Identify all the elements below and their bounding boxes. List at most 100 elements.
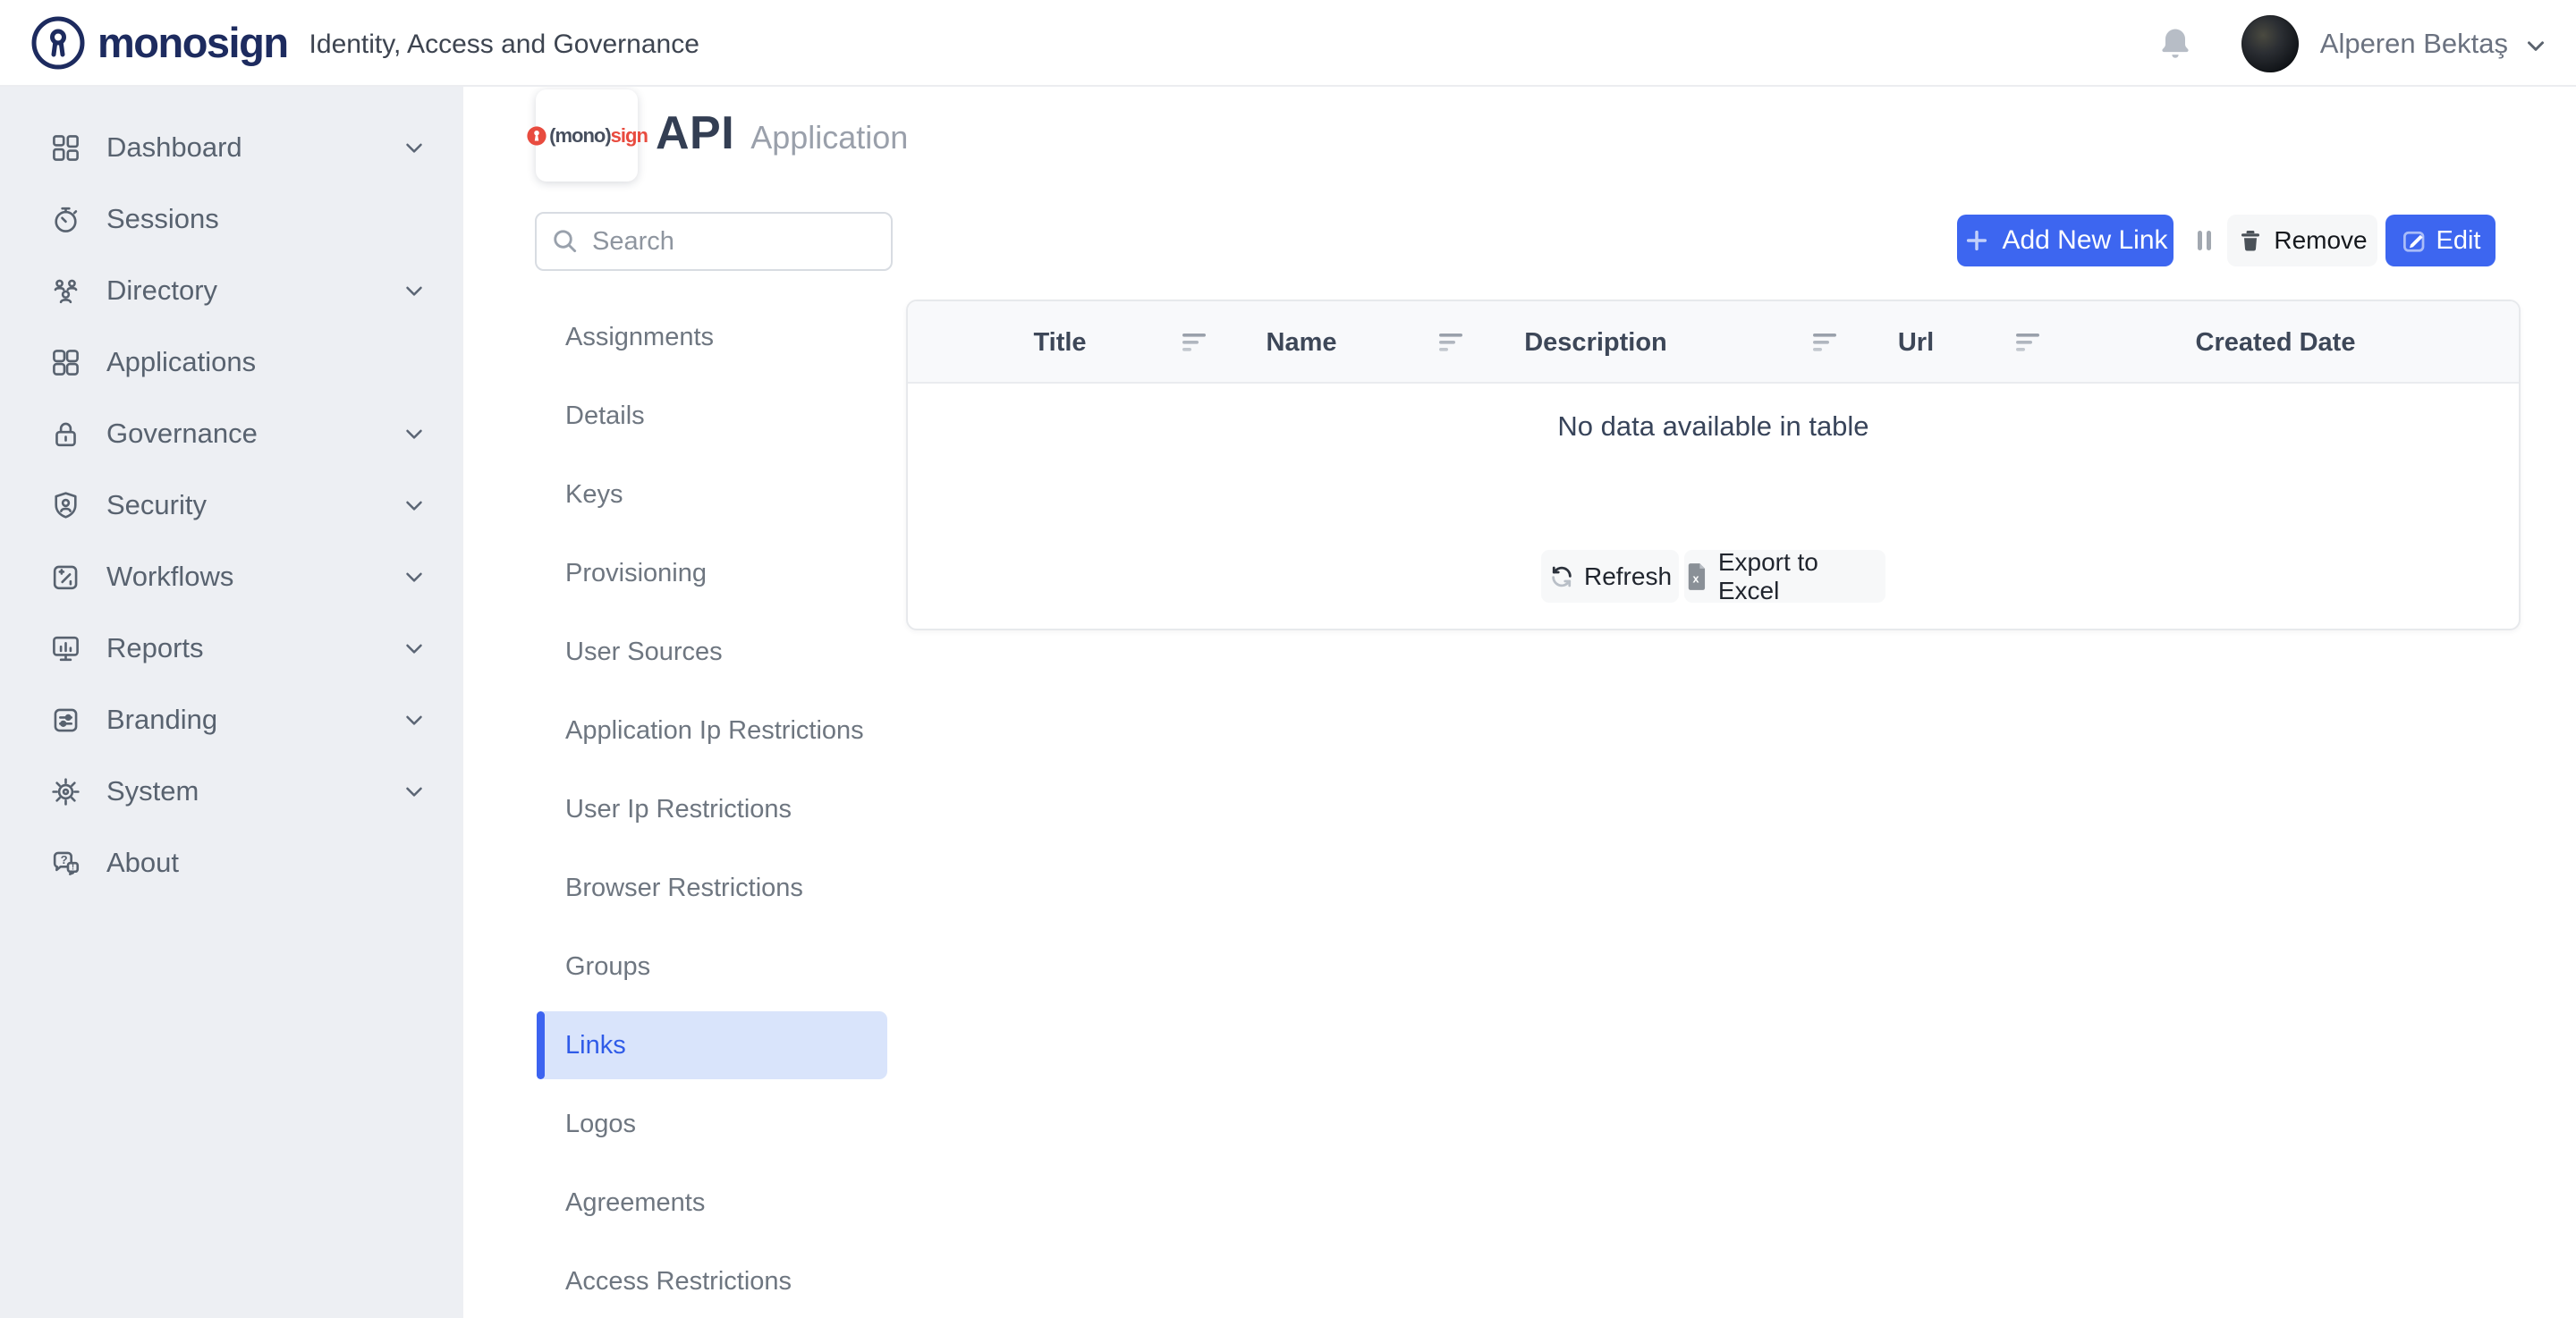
subnav-item-links[interactable]: Links xyxy=(537,1011,887,1079)
subnav-item-assignments[interactable]: Assignments xyxy=(537,298,887,376)
search-box xyxy=(535,212,893,271)
subnav-label: Assignments xyxy=(565,323,714,352)
subnav-item-details[interactable]: Details xyxy=(537,376,887,455)
subnav-label: Provisioning xyxy=(565,559,707,588)
lock-icon xyxy=(49,418,82,451)
sidebar-item-dashboard[interactable]: Dashboard xyxy=(0,112,463,183)
subnav-label: User Ip Restrictions xyxy=(565,795,792,824)
subnav-item-browser-restrictions[interactable]: Browser Restrictions xyxy=(537,849,887,927)
export-label: Export to Excel xyxy=(1718,548,1885,605)
sidebar-item-label: Governance xyxy=(106,418,258,450)
subnav-label: Browser Restrictions xyxy=(565,874,803,903)
monosign-logo-icon xyxy=(30,15,86,71)
export-to-excel-button[interactable]: x Export to Excel xyxy=(1684,550,1885,603)
sidebar-item-system[interactable]: System xyxy=(0,756,463,827)
refresh-icon xyxy=(1548,563,1575,590)
refresh-button[interactable]: Refresh xyxy=(1541,550,1679,603)
subnav-item-keys[interactable]: Keys xyxy=(537,455,887,534)
chevron-down-icon xyxy=(401,134,428,161)
chevron-down-icon xyxy=(401,635,428,662)
brand: monosign Identity, Access and Governance xyxy=(0,15,699,71)
toolbar-divider xyxy=(2198,231,2211,250)
subnav-label: Keys xyxy=(565,480,623,510)
subnav-item-user-sources[interactable]: User Sources xyxy=(537,613,887,691)
sidebar-item-label: Directory xyxy=(106,275,217,307)
sidebar-item-governance[interactable]: Governance xyxy=(0,398,463,469)
subnav-label: Logos xyxy=(565,1110,636,1139)
sidebar-item-security[interactable]: Security xyxy=(0,469,463,541)
dashboard-icon xyxy=(49,131,82,165)
table-actions: Refresh x Export to Excel xyxy=(908,550,2519,603)
sidebar-item-applications[interactable]: Applications xyxy=(0,326,463,398)
action-toolbar: Add New Link Remove Edit xyxy=(1957,215,2496,266)
table-header: Title Name Description Url Created Date xyxy=(908,301,2519,384)
application-subnav: Assignments Details Keys Provisioning Us… xyxy=(537,298,887,1318)
svg-text:!: ! xyxy=(72,862,74,871)
subnav-item-user-ip-restrictions[interactable]: User Ip Restrictions xyxy=(537,770,887,849)
sort-icon xyxy=(1439,333,1464,352)
gear-icon xyxy=(49,775,82,808)
subnav-label: Access Restrictions xyxy=(565,1267,792,1297)
workflow-wand-icon xyxy=(49,561,82,594)
sidebar-item-about[interactable]: ? ! About xyxy=(0,827,463,899)
sidebar-item-label: About xyxy=(106,847,179,879)
help-chat-icon: ? ! xyxy=(49,847,82,880)
sort-icon xyxy=(2016,333,2041,352)
edit-button[interactable]: Edit xyxy=(2385,215,2496,266)
chart-monitor-icon xyxy=(49,632,82,665)
svg-text:x: x xyxy=(1693,572,1699,585)
brand-tagline: Identity, Access and Governance xyxy=(309,30,699,60)
subnav-item-access-restrictions[interactable]: Access Restrictions xyxy=(537,1242,887,1318)
logo-text-sign: sign xyxy=(611,124,648,148)
page-title: API Application xyxy=(656,106,908,160)
subnav-item-provisioning[interactable]: Provisioning xyxy=(537,534,887,613)
sort-icon xyxy=(1813,333,1838,352)
column-header-description[interactable]: Description xyxy=(1524,301,1667,384)
user-menu[interactable]: Alperen Bektaş xyxy=(2241,15,2549,72)
subnav-label: Agreements xyxy=(565,1188,705,1218)
subnav-item-logos[interactable]: Logos xyxy=(537,1085,887,1163)
users-icon xyxy=(49,275,82,308)
chevron-down-icon xyxy=(401,778,428,805)
column-header-title[interactable]: Title xyxy=(1033,301,1086,384)
trash-icon xyxy=(2237,227,2264,254)
shield-user-icon xyxy=(49,489,82,522)
column-header-created-date[interactable]: Created Date xyxy=(2196,301,2356,384)
subnav-label: Links xyxy=(565,1031,626,1060)
edit-label: Edit xyxy=(2436,226,2481,256)
main-content: (mono)sign API Application Add New Link xyxy=(463,87,2576,1318)
top-bar: monosign Identity, Access and Governance… xyxy=(0,0,2576,87)
sliders-icon xyxy=(49,704,82,737)
links-table-card: Title Name Description Url Created Date xyxy=(906,300,2521,630)
subnav-item-application-ip-restrictions[interactable]: Application Ip Restrictions xyxy=(537,691,887,770)
application-type-label: Application xyxy=(750,119,908,156)
chevron-down-icon xyxy=(401,277,428,304)
plus-icon xyxy=(1962,226,1991,255)
remove-label: Remove xyxy=(2274,226,2367,255)
subnav-item-groups[interactable]: Groups xyxy=(537,927,887,1006)
logo-text-mono: (mono) xyxy=(549,124,611,148)
sidebar: Dashboard Sessions Directory Applicatio xyxy=(0,87,463,1318)
remove-button[interactable]: Remove xyxy=(2227,215,2377,266)
search-input[interactable] xyxy=(590,226,880,258)
svg-text:?: ? xyxy=(61,852,68,866)
sidebar-item-directory[interactable]: Directory xyxy=(0,255,463,326)
sidebar-item-sessions[interactable]: Sessions xyxy=(0,183,463,255)
sidebar-item-reports[interactable]: Reports xyxy=(0,613,463,684)
chevron-down-icon xyxy=(2522,32,2549,59)
column-header-name[interactable]: Name xyxy=(1267,301,1337,384)
add-new-link-button[interactable]: Add New Link xyxy=(1957,215,2174,266)
subnav-item-agreements[interactable]: Agreements xyxy=(537,1163,887,1242)
sidebar-item-label: Branding xyxy=(106,704,217,736)
avatar xyxy=(2241,15,2299,72)
chevron-down-icon xyxy=(401,492,428,519)
column-header-url[interactable]: Url xyxy=(1898,301,1934,384)
notifications-button[interactable] xyxy=(2156,24,2195,63)
application-name: API xyxy=(656,106,734,160)
excel-file-icon: x xyxy=(1684,562,1709,591)
application-logo: (mono)sign xyxy=(526,124,648,148)
sidebar-item-workflows[interactable]: Workflows xyxy=(0,541,463,613)
monosign-admin-page: monosign Identity, Access and Governance… xyxy=(0,0,2576,1318)
sidebar-item-branding[interactable]: Branding xyxy=(0,684,463,756)
monosign-app-logo-icon xyxy=(526,125,547,147)
